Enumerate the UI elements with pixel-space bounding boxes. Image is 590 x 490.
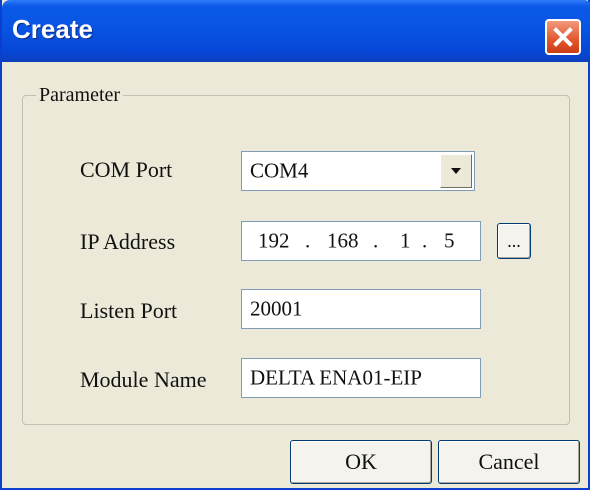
ip-separator: .	[373, 228, 379, 253]
ip-separator: .	[422, 228, 428, 253]
close-button[interactable]	[545, 19, 581, 55]
module-name-input[interactable]: DELTA ENA01-EIP	[241, 358, 481, 398]
com-port-select[interactable]: COM4	[241, 151, 475, 191]
ip-address-field[interactable]: 192 . 168 . 1 . 5	[241, 221, 481, 261]
parameter-group-label: Parameter	[36, 84, 124, 107]
create-dialog: Create Parameter COM Port COM4 IP Addres…	[0, 0, 590, 490]
ok-button[interactable]: OK	[290, 440, 432, 484]
ip-octet-1[interactable]: 192	[258, 229, 290, 254]
title-bar[interactable]: Create	[2, 0, 590, 62]
module-name-value: DELTA ENA01-EIP	[250, 365, 422, 390]
ip-separator: .	[305, 228, 311, 253]
listen-port-value: 20001	[250, 296, 303, 321]
listen-port-input[interactable]: 20001	[241, 289, 481, 329]
ip-octet-2[interactable]: 168	[327, 229, 359, 254]
ip-octet-3[interactable]: 1	[400, 229, 411, 254]
com-port-label: COM Port	[80, 157, 173, 182]
chevron-down-icon	[451, 168, 461, 174]
window-title: Create	[12, 14, 93, 44]
com-port-value: COM4	[250, 158, 309, 183]
cancel-button[interactable]: Cancel	[438, 440, 580, 484]
module-name-label: Module Name	[80, 367, 207, 392]
com-port-dropdown-button[interactable]	[440, 154, 472, 188]
ip-browse-button[interactable]: ...	[497, 223, 531, 259]
listen-port-label: Listen Port	[80, 298, 178, 323]
ip-address-label: IP Address	[80, 229, 176, 254]
ip-octet-4[interactable]: 5	[444, 229, 455, 254]
close-icon	[553, 27, 573, 47]
